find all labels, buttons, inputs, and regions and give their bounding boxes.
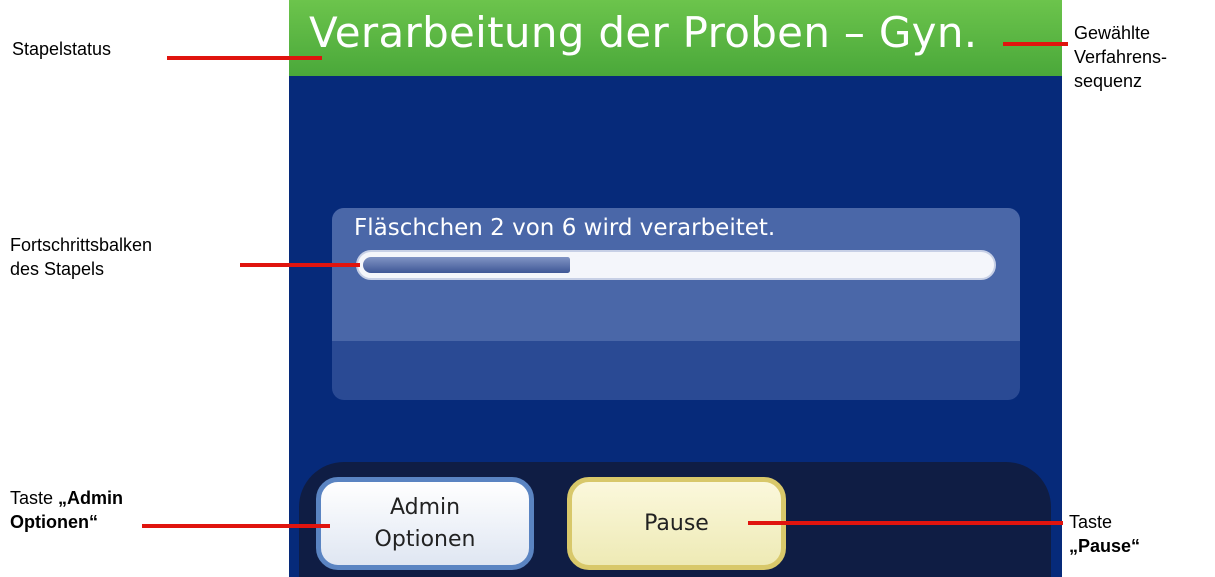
annotation-batch-status-text: Stapelstatus xyxy=(12,39,112,59)
annotation-progress-bar: Fortschrittsbalken des Stapels xyxy=(10,233,152,281)
batch-progress-bar xyxy=(356,250,996,280)
batch-progress-fill xyxy=(363,257,570,273)
leader-line-pause-button xyxy=(748,521,1063,525)
admin-button-label-line2: Optionen xyxy=(374,526,476,552)
procedure-sequence-title: Verarbeitung der Proben – Gyn. xyxy=(309,8,978,57)
annotation-pause-prefix: Taste xyxy=(1069,512,1113,532)
annotation-sequence-line3: sequenz xyxy=(1074,71,1143,91)
admin-options-button[interactable]: Admin Optionen xyxy=(316,477,534,570)
leader-line-procedure-sequence xyxy=(1003,42,1068,46)
annotation-admin-prefix: Taste xyxy=(10,488,59,508)
annotation-admin-bold2: Optionen“ xyxy=(10,512,98,532)
batch-status-panel: Fläschchen 2 von 6 wird verarbeitet. xyxy=(332,208,1020,400)
annotation-admin-button: Taste „Admin Optionen“ xyxy=(10,486,123,534)
annotation-batch-status: Stapelstatus xyxy=(12,37,111,61)
status-panel-header: Fläschchen 2 von 6 wird verarbeitet. xyxy=(332,208,1020,341)
pause-button-label: Pause xyxy=(644,510,709,536)
annotation-progress-line1: Fortschrittsbalken xyxy=(10,235,153,255)
leader-line-admin-button xyxy=(142,524,330,528)
batch-status-message: Fläschchen 2 von 6 wird verarbeitet. xyxy=(354,215,776,241)
annotation-sequence-line2: Verfahrens- xyxy=(1074,47,1168,67)
title-bar: Verarbeitung der Proben – Gyn. xyxy=(289,0,1062,76)
annotation-sequence-line1: Gewählte xyxy=(1074,23,1151,43)
annotation-admin-bold1: „Admin xyxy=(58,488,124,508)
leader-line-batch-status xyxy=(167,56,322,60)
device-screen: Verarbeitung der Proben – Gyn. Fläschche… xyxy=(289,0,1062,577)
annotation-procedure-sequence: Gewählte Verfahrens- sequenz xyxy=(1074,21,1167,93)
annotation-pause-bold: „Pause“ xyxy=(1069,536,1141,556)
annotation-progress-line2: des Stapels xyxy=(10,259,105,279)
leader-line-progress-bar xyxy=(240,263,360,267)
annotation-pause-button: Taste „Pause“ xyxy=(1069,510,1140,558)
admin-button-label-line1: Admin xyxy=(389,494,461,520)
